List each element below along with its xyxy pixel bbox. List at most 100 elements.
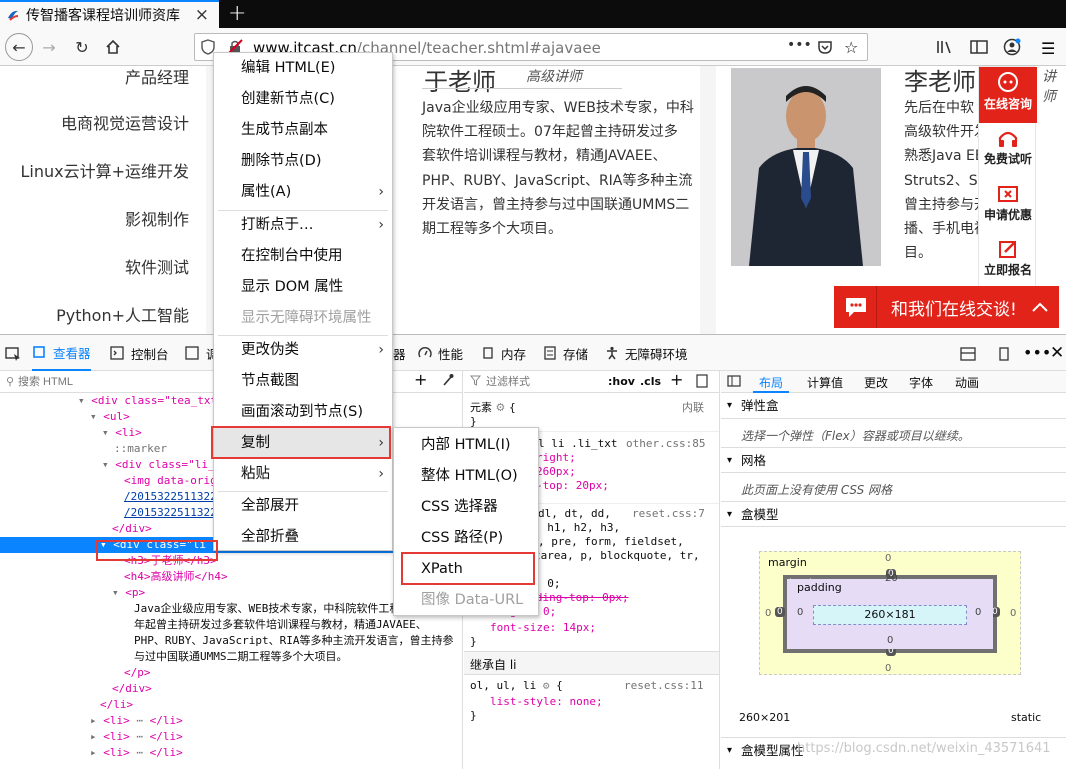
discount-button[interactable]: 申请优惠 [979, 180, 1037, 235]
pocket-icon[interactable] [817, 39, 833, 55]
menu-item-show-dom-props[interactable]: 显示 DOM 属性 [214, 272, 343, 303]
reload-icon[interactable]: ↻ [70, 35, 94, 59]
hov-toggle[interactable]: :hov [608, 375, 635, 388]
content-box[interactable]: 260×181 [813, 605, 967, 625]
submenu-item-css-path[interactable]: CSS 路径(P) [394, 523, 503, 554]
menu-item-screenshot-node[interactable]: 节点截图 [214, 366, 299, 397]
tab-storage[interactable]: 存储 [543, 335, 588, 371]
tree-line[interactable]: ▸ <li> ⋯ </li> [0, 713, 462, 729]
rule-prop[interactable]: -top: 20px; [536, 479, 609, 493]
tab-accessibility[interactable]: 无障碍环境 [605, 335, 688, 371]
menu-item-expand-all[interactable]: 全部展开 [214, 491, 299, 522]
rule-source[interactable]: reset.css:7 [632, 507, 705, 521]
chat-label: 和我们在线交谈! [891, 299, 1017, 320]
online-chat-button[interactable]: 和我们在线交谈! [834, 286, 1059, 328]
library-icon[interactable] [936, 39, 954, 55]
tree-line[interactable]: ▸ <li> ⋯ </li> [0, 729, 462, 745]
menu-item-delete-node[interactable]: 删除节点(D) [214, 146, 321, 177]
sidebar-icon[interactable] [970, 39, 988, 55]
flex-message: 选择一个弹性（Flex）容器或项目以继续。 [741, 429, 970, 443]
tab-title: 传智播客课程培训师资库 [26, 8, 180, 24]
tab-fonts[interactable]: 字体 [903, 374, 939, 391]
free-trial-button[interactable]: 免费试听 [979, 124, 1037, 179]
consult-button[interactable]: 在线咨询 [979, 67, 1037, 123]
tab-animations[interactable]: 动画 [949, 374, 985, 391]
menu-item-edit-html[interactable]: 编辑 HTML(E) [214, 53, 335, 84]
ticket-icon [997, 184, 1019, 204]
rule-prop[interactable]: list-style: none; [490, 695, 603, 709]
tree-line[interactable]: </p> [0, 665, 462, 681]
new-tab-button[interactable]: + [228, 1, 246, 26]
menu-item-collapse-all[interactable]: 全部折叠 [214, 522, 299, 553]
bookmark-star-icon[interactable]: ☆ [844, 38, 858, 57]
browser-tab[interactable]: 传智播客课程培训师资库 × [0, 0, 219, 28]
filter-styles-input[interactable] [486, 373, 596, 391]
close-tab-icon[interactable]: × [195, 5, 209, 25]
home-icon[interactable] [101, 35, 125, 59]
rule-source[interactable]: other.css:85 [626, 437, 705, 451]
cls-toggle[interactable]: .cls [640, 375, 661, 388]
back-icon[interactable]: ← [5, 33, 33, 61]
layout-pane: 布局 计算值 更改 字体 动画 ▾ 弹性盒 选择一个弹性（Flex）容器或项目以继… [721, 371, 1066, 769]
menu-item-paste[interactable]: 粘贴 › [214, 459, 392, 490]
page-actions-icon[interactable]: ••• [787, 37, 812, 53]
menu-item-change-pseudo[interactable]: 更改伪类 › [214, 335, 392, 366]
dock-side-icon[interactable] [960, 347, 976, 361]
teacher-card: 于老师 高级讲师 Java企业级应用专家、WEB技术专家，中科 院软件工程硕士。0… [392, 66, 700, 334]
highlight-box-node [96, 540, 218, 561]
tree-line[interactable]: </div> [0, 681, 462, 697]
flexbox-section[interactable]: ▾ 弹性盒 [721, 393, 1066, 419]
tree-line[interactable]: ▸ <li> ⋯ </li> [0, 745, 462, 761]
submenu-item-css-selector[interactable]: CSS 选择器 [394, 492, 498, 523]
rule-source[interactable]: reset.css:11 [624, 679, 703, 693]
inspector-icon [32, 345, 46, 359]
tab-console[interactable]: 控制台 [110, 335, 169, 371]
course-nav-item[interactable]: Python+人工智能 [56, 302, 189, 326]
close-devtools-icon[interactable]: ✕ [1050, 343, 1064, 363]
submenu-item-outer-html[interactable]: 整体 HTML(O) [394, 461, 518, 492]
tab-memory[interactable]: 内存 [481, 335, 526, 371]
course-nav-item[interactable]: 产品经理 [125, 66, 189, 88]
element-size: 260×201 [739, 711, 791, 724]
toggle-pane-icon[interactable] [727, 375, 741, 387]
course-nav-item[interactable]: 电商视觉运营设计 [61, 110, 189, 134]
menu-item-create-node[interactable]: 创建新节点(C) [214, 84, 335, 115]
tab-changes[interactable]: 更改 [858, 374, 894, 391]
rule-prop[interactable]: 260px; [536, 465, 576, 479]
course-nav-item[interactable]: 影视制作 [125, 206, 189, 230]
menu-icon[interactable]: ☰ [1041, 39, 1055, 58]
rule-prop[interactable]: font-size: 14px; [490, 621, 596, 635]
responsive-icon[interactable] [997, 347, 1013, 361]
add-rule-icon[interactable]: + [670, 371, 683, 389]
eyedropper-icon[interactable] [442, 373, 454, 387]
grid-message: 此页面上没有使用 CSS 网格 [741, 483, 893, 497]
tab-computed[interactable]: 计算值 [801, 374, 849, 391]
tab-inspector[interactable]: 查看器 [32, 335, 91, 371]
menu-item-attributes[interactable]: 属性(A) › [214, 177, 392, 208]
rule-selector: , h1, h2, h3, [534, 521, 621, 534]
grid-section[interactable]: ▾ 网格 [721, 447, 1066, 473]
rule-prop[interactable]: right; [536, 451, 576, 465]
teacher-name: 李老师 [904, 68, 976, 96]
menu-item-scroll-into-view[interactable]: 画面滚动到节点(S) [214, 397, 363, 428]
forward-icon[interactable]: → [37, 35, 61, 59]
menu-item-use-in-console[interactable]: 在控制台中使用 [214, 241, 343, 272]
add-node-icon[interactable]: + [414, 371, 427, 389]
menu-item-break-on[interactable]: 打断点于… › [214, 210, 392, 241]
tab-performance[interactable]: 性能 [418, 335, 463, 371]
signup-button[interactable]: 立即报名 [979, 235, 1037, 290]
course-nav-item[interactable]: Linux云计算+运维开发 [20, 158, 189, 182]
element-picker-icon[interactable] [5, 347, 21, 361]
watermark: https://blog.csdn.net/weixin_43571641 [797, 741, 1051, 756]
tab-layout[interactable]: 布局 [753, 371, 790, 393]
tree-line[interactable]: </li> [0, 697, 462, 713]
inherited-header: 继承自 li [464, 651, 719, 675]
menu-item-duplicate-node[interactable]: 生成节点副本 [214, 115, 328, 146]
print-media-icon[interactable] [696, 374, 708, 388]
submenu-item-inner-html[interactable]: 内部 HTML(I) [394, 430, 511, 461]
boxmodel-section[interactable]: ▾ 盒模型 [721, 501, 1066, 527]
tab-network[interactable]: 器 [393, 335, 406, 371]
course-nav-item[interactable]: 软件测试 [125, 254, 189, 278]
account-icon[interactable] [1003, 38, 1021, 56]
more-options-icon[interactable]: ••• [1023, 343, 1051, 362]
